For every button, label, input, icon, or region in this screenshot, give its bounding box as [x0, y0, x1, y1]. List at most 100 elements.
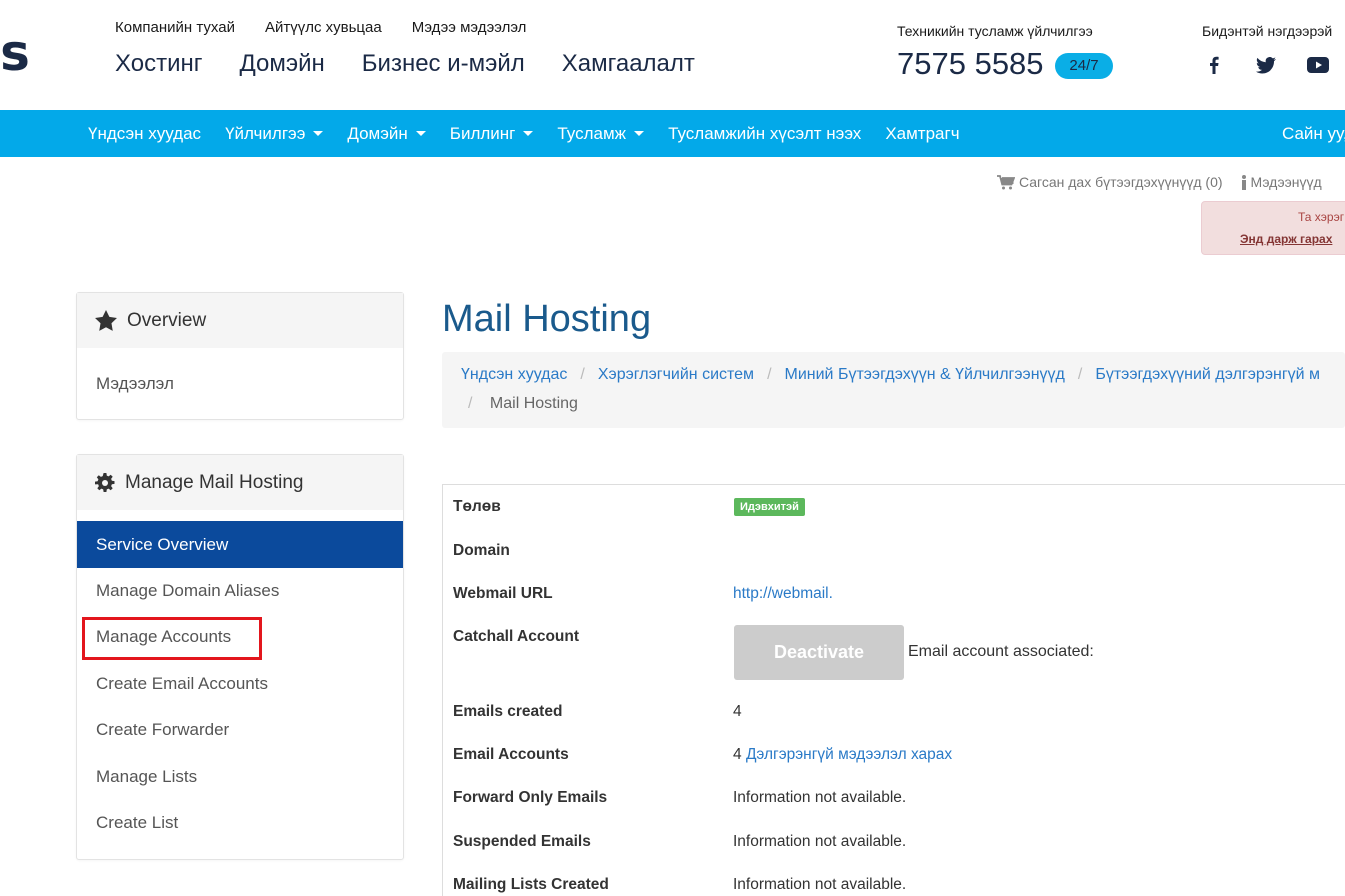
social-icons [1202, 53, 1330, 77]
catchall-label: Catchall Account [453, 628, 580, 645]
nav-items: Үндсэн хуудас Үйлчилгээ Домэйн Биллинг Т… [88, 110, 960, 157]
top-link-about[interactable]: Компанийн тухай [115, 19, 235, 36]
caret-down-icon [313, 131, 324, 136]
status-label: Төлөв [453, 498, 501, 515]
nav-item-affiliate[interactable]: Хамтрагч [885, 124, 959, 144]
main-link-security[interactable]: Хамгаалалт [562, 50, 695, 78]
nav-item-label: Биллинг [449, 123, 516, 143]
overview-panel-header: Overview [77, 293, 403, 348]
nav-item-services[interactable]: Үйлчилгээ [225, 123, 324, 144]
sidebar-item-info[interactable]: Мэдээлэл [77, 348, 403, 420]
breadcrumb-row: / Mail Hosting [468, 395, 578, 413]
emails-created-value: 4 [733, 703, 742, 720]
info-icon [1241, 174, 1246, 190]
cart-icon [997, 174, 1015, 189]
manage-panel-title: Manage Mail Hosting [125, 471, 304, 493]
cart-link[interactable]: Сагсан дах бүтээгдэхүүнүүд (0) [997, 174, 1223, 190]
webmail-label: Webmail URL [453, 585, 553, 602]
main-link-domain[interactable]: Домэйн [240, 50, 325, 78]
alert-logout-link[interactable]: Энд дарж гарах [1240, 232, 1332, 246]
breadcrumb-separator: / [468, 395, 473, 412]
email-accounts-details-link[interactable]: Дэлгэрэнгүй мэдээлэл харах [746, 746, 952, 763]
gear-icon [95, 472, 115, 492]
forward-only-label: Forward Only Emails [453, 789, 608, 806]
support-phone[interactable]: 7575 5585 [897, 46, 1044, 82]
menu-manage-domain-aliases[interactable]: Manage Domain Aliases [77, 568, 403, 614]
logo[interactable]: ls [0, 30, 40, 84]
breadcrumb: Үндсэн хуудас / Хэрэглэгчийн систем / Ми… [442, 352, 1345, 428]
breadcrumb-separator: / [580, 366, 585, 383]
top-link-shares[interactable]: Айтүүлс хувьцаа [265, 19, 382, 36]
breadcrumb-current: Mail Hosting [489, 395, 578, 412]
caret-down-icon [634, 131, 645, 136]
email-accounts-label: Email Accounts [453, 746, 569, 763]
breadcrumb-home[interactable]: Үндсэн хуудас [461, 366, 567, 384]
twitter-icon[interactable] [1254, 53, 1278, 77]
suspended-label: Suspended Emails [453, 833, 591, 850]
overview-panel-title: Overview [127, 309, 207, 331]
cart-row: Сагсан дах бүтээгдэхүүнүүд (0) Мэдээнүүд [997, 174, 1322, 190]
nav-item-label: Хамтрагч [885, 123, 960, 143]
notifications-label: Мэдээнүүд [1250, 174, 1322, 190]
menu-create-list[interactable]: Create List [77, 800, 403, 846]
domain-label: Domain [453, 542, 510, 559]
facebook-icon[interactable] [1202, 53, 1226, 77]
nav-item-label: Үйлчилгээ [225, 123, 306, 143]
breadcrumb-products[interactable]: Миний Бүтээгдэхүүн & Үйлчилгээнүүд [785, 366, 1065, 384]
notifications-link[interactable]: Мэдээнүүд [1241, 174, 1322, 190]
menu-service-overview[interactable]: Service Overview [77, 521, 403, 568]
youtube-icon[interactable] [1306, 53, 1330, 77]
main-link-business-email[interactable]: Бизнес и-мэйл [362, 50, 525, 78]
nav-item-label: Тусламжийн хүсэлт нээх [668, 123, 862, 143]
top-link-news[interactable]: Мэдээ мэдээлэл [412, 19, 527, 36]
menu-create-forwarder[interactable]: Create Forwarder [77, 707, 403, 753]
status-badge: Идэвхитэй [734, 498, 805, 516]
nav-item-billing[interactable]: Биллинг [450, 124, 534, 144]
nav-item-open-ticket[interactable]: Тусламжийн хүсэлт нээх [668, 124, 861, 144]
menu-create-email-accounts[interactable]: Create Email Accounts [77, 661, 403, 707]
main-links: Хостинг Домэйн Бизнес и-мэйл Хамгаалалт [115, 50, 695, 78]
main-link-hosting[interactable]: Хостинг [115, 50, 203, 78]
deactivate-button[interactable]: Deactivate [734, 625, 904, 680]
mailing-lists-label: Mailing Lists Created [453, 876, 609, 893]
nav-item-support[interactable]: Тусламж [557, 123, 645, 144]
support-label: Техникийн тусламж үйлчилгээ [897, 23, 1093, 39]
manage-panel-header: Manage Mail Hosting [77, 455, 403, 510]
suspended-value: Information not available. [733, 833, 907, 850]
logo-text: ls [0, 30, 30, 82]
nav-item-domain[interactable]: Домэйн [347, 123, 426, 144]
nav-item-home[interactable]: Үндсэн хуудас [88, 124, 201, 144]
emails-created-label: Emails created [453, 703, 563, 720]
nav-user-greeting[interactable]: Сайн уу, [1282, 110, 1345, 157]
social-label: Бидэнтэй нэгдээрэй [1202, 23, 1333, 39]
menu-manage-lists[interactable]: Manage Lists [77, 754, 403, 800]
main-navbar: Үндсэн хуудас Үйлчилгээ Домэйн Биллинг Т… [0, 110, 1345, 157]
associated-text: Email account associated: [908, 643, 1094, 660]
breadcrumb-separator: / [767, 366, 772, 383]
breadcrumb-row: Үндсэн хуудас / Хэрэглэгчийн систем / Ми… [461, 366, 1320, 384]
forward-only-value: Information not available. [733, 789, 907, 806]
overview-panel: Overview Мэдээлэл [76, 292, 404, 420]
nav-item-label: Үндсэн хуудас [88, 123, 202, 143]
email-accounts-count: 4 [733, 746, 742, 763]
breadcrumb-product-details[interactable]: Бүтээгдэхүүний дэлгэрэнгүй м [1095, 366, 1320, 384]
email-accounts-value: 4 Дэлгэрэнгүй мэдээлэл харах [733, 746, 952, 764]
nav-item-label: Домэйн [347, 123, 408, 143]
breadcrumb-client-area[interactable]: Хэрэглэгчийн систем [598, 366, 754, 384]
caret-down-icon [523, 131, 534, 136]
alert-box: Та хэрэг Энд дарж гарах [1201, 201, 1345, 255]
nav-item-label: Тусламж [557, 123, 627, 143]
page-title: Mail Hosting [442, 298, 652, 340]
cart-label: Сагсан дах бүтээгдэхүүнүүд (0) [1019, 174, 1223, 190]
mailing-lists-value: Information not available. [733, 876, 907, 893]
support-hours-badge: 24/7 [1055, 53, 1113, 79]
social-block: Бидэнтэй нэгдээрэй [1202, 23, 1333, 74]
webmail-link[interactable]: http://webmail. [733, 585, 833, 603]
caret-down-icon [415, 131, 426, 136]
top-links: Компанийн тухай Айтүүлс хувьцаа Мэдээ мэ… [115, 19, 526, 36]
star-icon [95, 310, 117, 331]
support-block: Техникийн тусламж үйлчилгээ 7575 5585 24… [897, 23, 1113, 81]
highlight-box [82, 617, 262, 660]
alert-text: Та хэрэг [1298, 210, 1345, 224]
service-info-box: Төлөв Идэвхитэй Domain Webmail URL http:… [442, 484, 1345, 896]
